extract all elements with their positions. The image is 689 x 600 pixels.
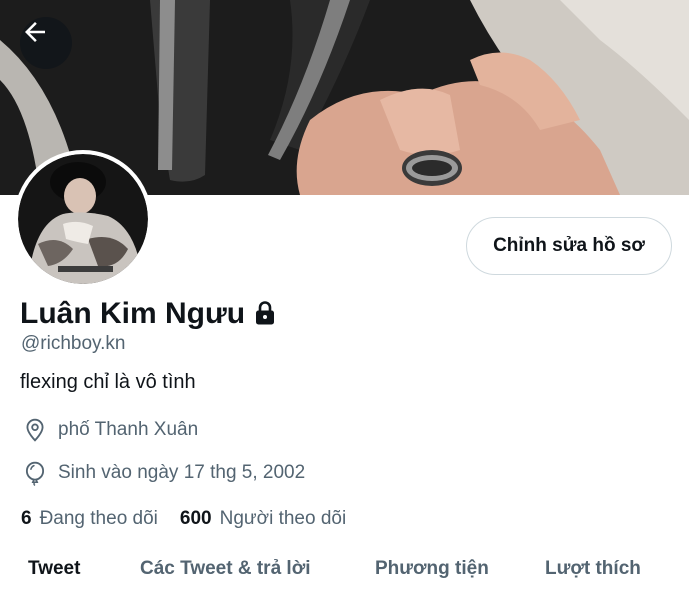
- tab-media[interactable]: Phương tiện: [375, 558, 489, 580]
- user-handle: @richboy.kn: [21, 333, 126, 354]
- location-text: phố Thanh Xuân: [58, 419, 199, 440]
- follow-stats: 6 Đang theo dõi 600 Người theo dõi: [21, 508, 368, 530]
- location-pin-icon: [26, 418, 44, 442]
- profile-tabs: Tweet Các Tweet & trả lời Phương tiện Lư…: [0, 548, 689, 600]
- arrow-left-icon: [25, 22, 45, 42]
- location-row: phố Thanh Xuân: [22, 417, 198, 443]
- back-button[interactable]: [20, 17, 72, 69]
- following-count[interactable]: 6: [21, 508, 32, 530]
- lock-icon: [253, 300, 277, 331]
- birthday-text: Sinh vào ngày 17 thg 5, 2002: [58, 462, 306, 483]
- display-name-row: Luân Kim Ngưu: [20, 296, 277, 332]
- avatar[interactable]: [14, 150, 152, 288]
- tab-tweets[interactable]: Tweet: [28, 558, 80, 580]
- birthday-row: Sinh vào ngày 17 thg 5, 2002: [22, 460, 305, 486]
- avatar-image: [18, 154, 148, 284]
- tab-likes[interactable]: Lượt thích: [545, 558, 641, 580]
- followers-count[interactable]: 600: [180, 508, 212, 530]
- following-label[interactable]: Đang theo dõi: [40, 508, 158, 530]
- bio: flexing chỉ là vô tình: [20, 371, 196, 393]
- followers-label[interactable]: Người theo dõi: [220, 508, 347, 530]
- balloon-icon: [25, 461, 45, 486]
- display-name: Luân Kim Ngưu: [20, 297, 246, 330]
- edit-profile-button[interactable]: Chỉnh sửa hồ sơ: [466, 217, 672, 275]
- tab-tweets-replies[interactable]: Các Tweet & trả lời: [140, 558, 310, 580]
- profile-page: Chỉnh sửa hồ sơ Luân Kim Ngưu @richboy.k…: [0, 0, 689, 600]
